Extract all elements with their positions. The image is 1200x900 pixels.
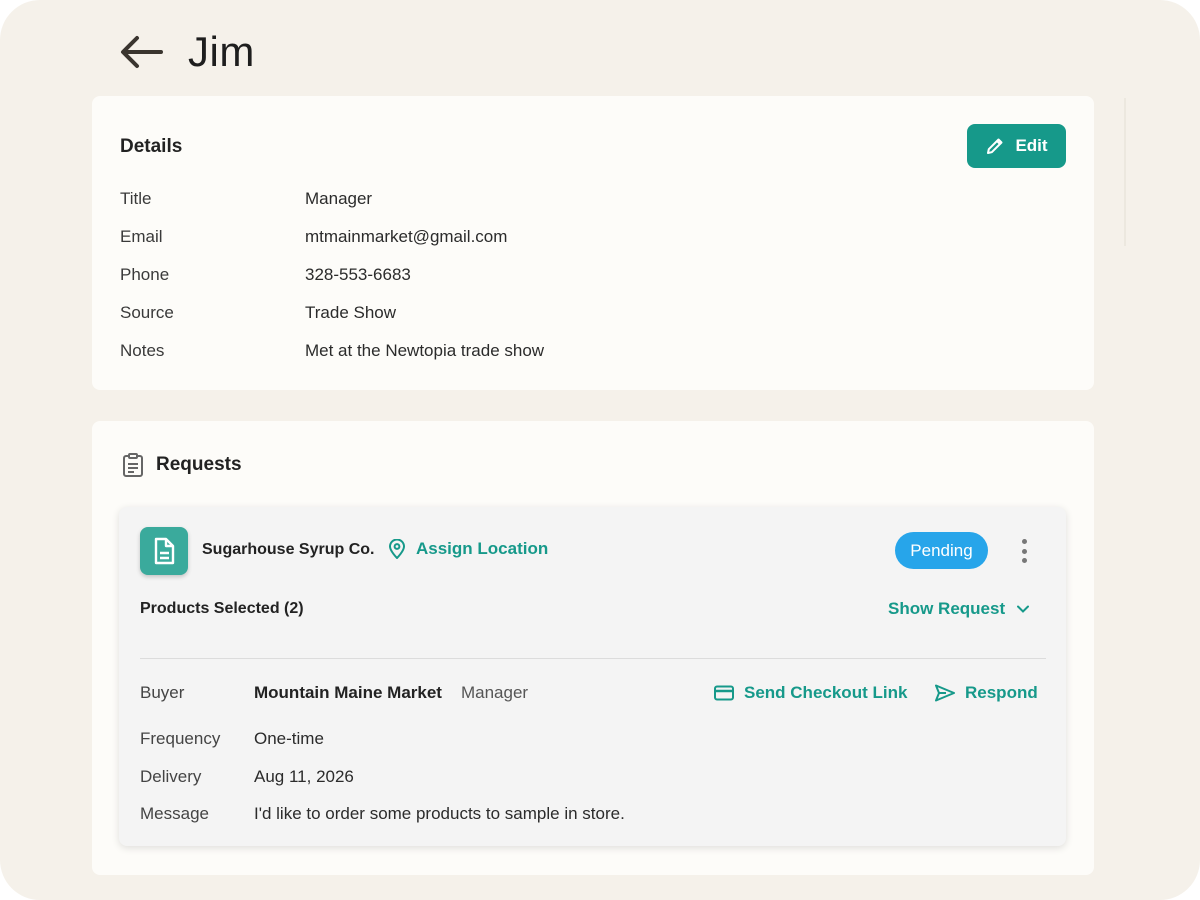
document-icon (154, 537, 175, 565)
kebab-menu-icon[interactable] (1016, 537, 1032, 565)
app-frame: Jim Details Edit Title Manager Email mtm… (0, 0, 1200, 900)
detail-label: Phone (120, 265, 170, 284)
respond-button[interactable]: Respond (935, 683, 1038, 703)
requests-heading-label: Requests (156, 454, 242, 475)
page-header: Jim (118, 26, 255, 78)
show-request-toggle[interactable]: Show Request (888, 599, 1030, 619)
detail-value: Manager (305, 189, 373, 208)
respond-label: Respond (965, 683, 1038, 702)
requests-heading: Requests (122, 453, 242, 477)
delivery-value: Aug 11, 2026 (254, 767, 354, 786)
request-company: Sugarhouse Syrup Co. (202, 541, 375, 558)
buyer-role: Manager (460, 683, 529, 702)
detail-row-source: Source Trade Show (120, 303, 396, 323)
buyer-label: Buyer (140, 683, 185, 702)
frequency-value: One-time (254, 729, 324, 748)
send-checkout-label: Send Checkout Link (744, 683, 908, 702)
details-heading: Details (120, 136, 183, 157)
chevron-down-icon (1017, 605, 1030, 613)
detail-value: Trade Show (305, 303, 397, 322)
assign-location-link[interactable]: Assign Location (388, 539, 548, 559)
show-request-label: Show Request (888, 599, 1006, 618)
delivery-row: Delivery Aug 11, 2026 (140, 767, 354, 787)
detail-value: mtmainmarket@gmail.com (305, 227, 508, 246)
buyer-row: Buyer Mountain Maine Market Manager (140, 683, 528, 703)
back-button[interactable] (118, 29, 164, 75)
send-checkout-link-button[interactable]: Send Checkout Link (714, 683, 907, 703)
request-item: Sugarhouse Syrup Co. Assign Location Pen… (119, 507, 1066, 846)
detail-row-title: Title Manager (120, 189, 372, 209)
detail-value: Met at the Newtopia trade show (305, 341, 545, 360)
edit-button-label: Edit (1015, 136, 1048, 155)
divider (140, 658, 1046, 659)
detail-value: 328-553-6683 (305, 265, 411, 284)
location-pin-icon (388, 539, 406, 559)
pencil-icon (987, 138, 1003, 154)
edit-button[interactable]: Edit (967, 124, 1066, 168)
message-label: Message (140, 804, 209, 823)
requests-card: Requests Sugarhouse Syrup Co. Assign Loc… (92, 421, 1094, 875)
page-title: Jim (188, 28, 255, 75)
frequency-label: Frequency (140, 729, 221, 748)
detail-label: Title (120, 189, 152, 208)
products-selected: Products Selected (2) (140, 600, 304, 617)
detail-label: Email (120, 227, 163, 246)
message-row: Message I'd like to order some products … (140, 804, 625, 824)
details-card: Details Edit Title Manager Email mtmainm… (92, 96, 1094, 390)
delivery-label: Delivery (140, 767, 202, 786)
frequency-row: Frequency One-time (140, 729, 324, 749)
message-value: I'd like to order some products to sampl… (254, 804, 625, 823)
detail-row-email: Email mtmainmarket@gmail.com (120, 227, 507, 247)
detail-label: Source (120, 303, 174, 322)
detail-label: Notes (120, 341, 165, 360)
detail-row-notes: Notes Met at the Newtopia trade show (120, 341, 544, 361)
buyer-name: Mountain Maine Market (254, 683, 442, 702)
back-arrow-icon (121, 36, 163, 68)
send-icon (935, 684, 955, 702)
status-badge: Pending (895, 532, 988, 569)
credit-card-icon (714, 685, 734, 701)
clipboard-icon (123, 453, 143, 477)
assign-location-label: Assign Location (416, 539, 549, 558)
detail-row-phone: Phone 328-553-6683 (120, 265, 411, 285)
request-document-tile (140, 527, 188, 575)
divider (1124, 98, 1126, 246)
